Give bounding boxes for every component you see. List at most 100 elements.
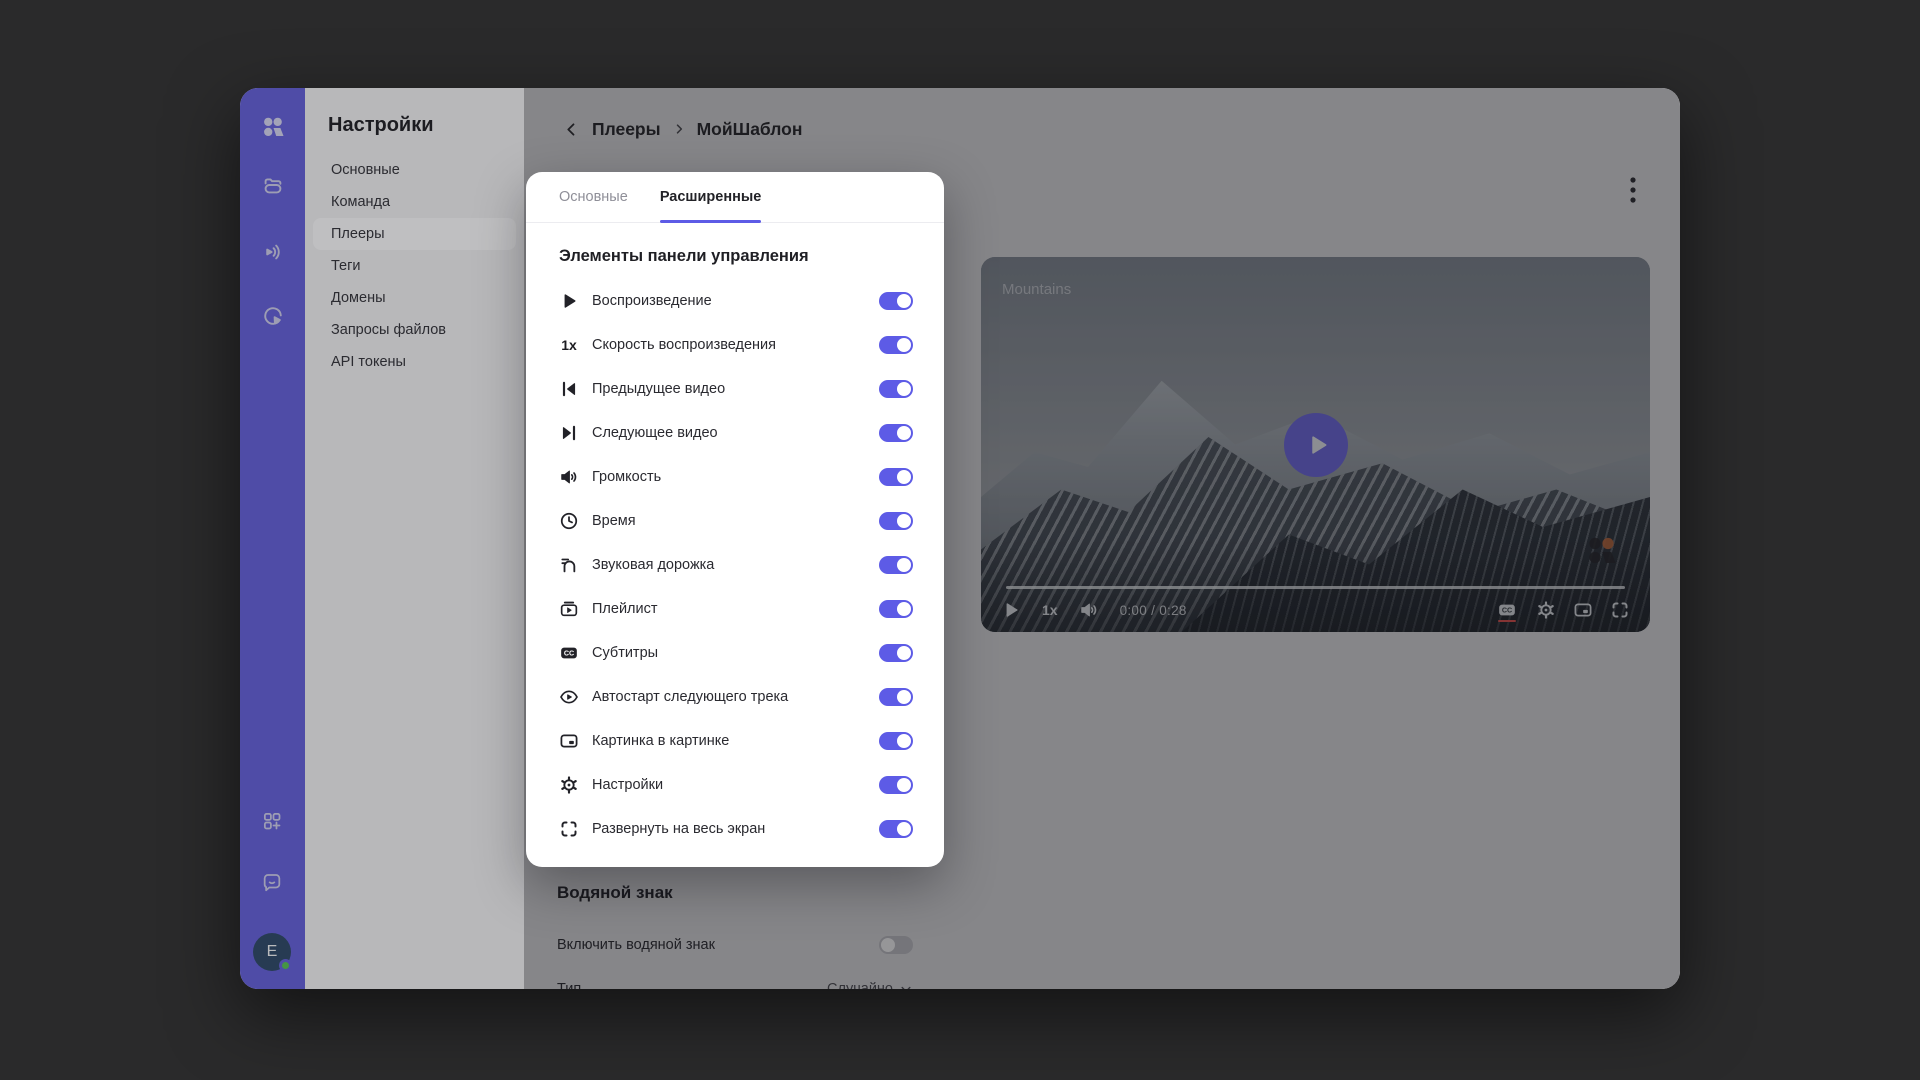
modal-tab-0[interactable]: Основные (559, 172, 628, 222)
apps-plus-icon[interactable] (261, 810, 283, 832)
modal-body: Элементы панели управления Воспроизведен… (526, 223, 944, 851)
control-row-11: Настройки (559, 763, 913, 807)
control-row-8: CCСубтитры (559, 631, 913, 675)
settings-nav-item-2-active[interactable]: Плееры (313, 218, 516, 250)
playlist-icon (559, 599, 579, 619)
player-pip-button[interactable] (1573, 600, 1593, 620)
watermark-section: Водяной знак Включить водяной знак Тип С… (557, 883, 913, 989)
svg-text:CC: CC (1502, 607, 1512, 615)
back-chevron-icon[interactable] (562, 120, 581, 139)
settings-nav-item-3[interactable]: Теги (313, 250, 516, 282)
controls-section-title: Элементы панели управления (559, 245, 913, 267)
next-icon (559, 423, 579, 443)
player-settings-button[interactable] (1536, 600, 1556, 620)
progress-bar[interactable] (1006, 586, 1625, 589)
icon-sidebar: E (240, 88, 305, 989)
control-label: Субтитры (592, 645, 658, 661)
watermark-type-value: Случайно (827, 981, 893, 989)
player-subtitles-button[interactable]: CC (1495, 600, 1519, 620)
play-icon (559, 291, 579, 311)
control-toggle-12[interactable] (879, 820, 913, 838)
video-title: Mountains (1002, 281, 1071, 298)
kinescope-watermark-logo (1584, 534, 1620, 570)
more-menu-button[interactable] (1618, 172, 1648, 208)
control-toggle-6[interactable] (879, 556, 913, 574)
control-row-6: Звуковая дорожка (559, 543, 913, 587)
app-window: E Настройки ОсновныеКомандаПлеерыТегиДом… (240, 88, 1680, 989)
watermark-enable-row: Включить водяной знак (557, 929, 913, 961)
online-status-dot (279, 959, 292, 972)
live-icon[interactable] (261, 240, 285, 264)
settings-icon (559, 775, 579, 795)
settings-nav-item-5[interactable]: Запросы файлов (313, 314, 516, 346)
modal-tabs: Основные Расширенные (526, 172, 944, 223)
control-toggle-9[interactable] (879, 688, 913, 706)
volume-icon (559, 467, 579, 487)
breadcrumb: Плееры МойШаблон (562, 114, 802, 144)
media-icon[interactable] (261, 304, 285, 328)
play-icon (1305, 432, 1331, 458)
watermark-enable-label: Включить водяной знак (557, 937, 715, 953)
projects-icon[interactable] (261, 174, 285, 198)
previous-icon (559, 379, 579, 399)
control-label: Настройки (592, 777, 663, 793)
settings-nav-panel: Настройки ОсновныеКомандаПлеерыТегиДомен… (305, 88, 524, 989)
control-toggle-8[interactable] (879, 644, 913, 662)
player-time-display: 0:00 / 0:28 (1120, 603, 1187, 618)
settings-nav-item-0[interactable]: Основные (313, 154, 516, 186)
control-label: Следующее видео (592, 425, 718, 441)
control-row-10: Картинка в картинке (559, 719, 913, 763)
control-toggle-4[interactable] (879, 468, 913, 486)
watermark-enable-toggle[interactable] (879, 936, 913, 954)
control-toggle-11[interactable] (879, 776, 913, 794)
player-settings-modal: Основные Расширенные Элементы панели упра… (526, 172, 944, 867)
chat-icon[interactable] (261, 871, 283, 893)
audiotrack-icon (559, 555, 579, 575)
settings-nav-item-1[interactable]: Команда (313, 186, 516, 218)
pip-icon (559, 731, 579, 751)
control-label: Картинка в картинке (592, 733, 729, 749)
control-row-2: Предыдущее видео (559, 367, 913, 411)
autostart-icon (559, 687, 579, 707)
player-play-button[interactable] (1001, 600, 1021, 620)
settings-nav-item-6[interactable]: API токены (313, 346, 516, 378)
settings-nav-item-4[interactable]: Домены (313, 282, 516, 314)
watermark-type-row: Тип Случайно (557, 973, 913, 989)
control-toggle-1[interactable] (879, 336, 913, 354)
control-toggle-0[interactable] (879, 292, 913, 310)
player-fullscreen-button[interactable] (1610, 600, 1630, 620)
avatar[interactable]: E (253, 933, 291, 971)
control-label: Автостарт следующего трека (592, 689, 788, 705)
kinescope-logo-icon[interactable] (259, 114, 286, 141)
player-controls-right: CC (1495, 600, 1630, 620)
player-volume-button[interactable] (1079, 600, 1099, 620)
control-label: Громкость (592, 469, 661, 485)
player-speed-button[interactable]: 1x (1042, 602, 1058, 618)
control-label: Воспроизведение (592, 293, 712, 309)
player-controls: 1x 0:00 / 0:28 CC (1001, 597, 1630, 623)
watermark-type-dropdown[interactable]: Случайно (827, 981, 913, 989)
control-label: Звуковая дорожка (592, 557, 714, 573)
speed-icon: 1x (559, 335, 579, 355)
avatar-initial: E (267, 943, 278, 961)
big-play-button[interactable] (1284, 413, 1348, 477)
breadcrumb-current: МойШаблон (697, 119, 803, 140)
controls-list: Воспроизведение 1xСкорость воспроизведени… (559, 279, 913, 851)
control-toggle-3[interactable] (879, 424, 913, 442)
control-toggle-7[interactable] (879, 600, 913, 618)
modal-tab-1-active[interactable]: Расширенные (660, 172, 762, 222)
control-row-1: 1xСкорость воспроизведения (559, 323, 913, 367)
breadcrumb-parent[interactable]: Плееры (592, 119, 661, 140)
control-label: Плейлист (592, 601, 658, 617)
control-row-3: Следующее видео (559, 411, 913, 455)
control-toggle-5[interactable] (879, 512, 913, 530)
control-row-5: Время (559, 499, 913, 543)
control-label: Предыдущее видео (592, 381, 725, 397)
control-row-4: Громкость (559, 455, 913, 499)
control-row-0: Воспроизведение (559, 279, 913, 323)
watermark-section-title: Водяной знак (557, 883, 913, 903)
control-toggle-10[interactable] (879, 732, 913, 750)
chevron-down-icon (899, 982, 913, 989)
control-toggle-2[interactable] (879, 380, 913, 398)
desktop-background: E Настройки ОсновныеКомандаПлеерыТегиДом… (0, 0, 1920, 1080)
